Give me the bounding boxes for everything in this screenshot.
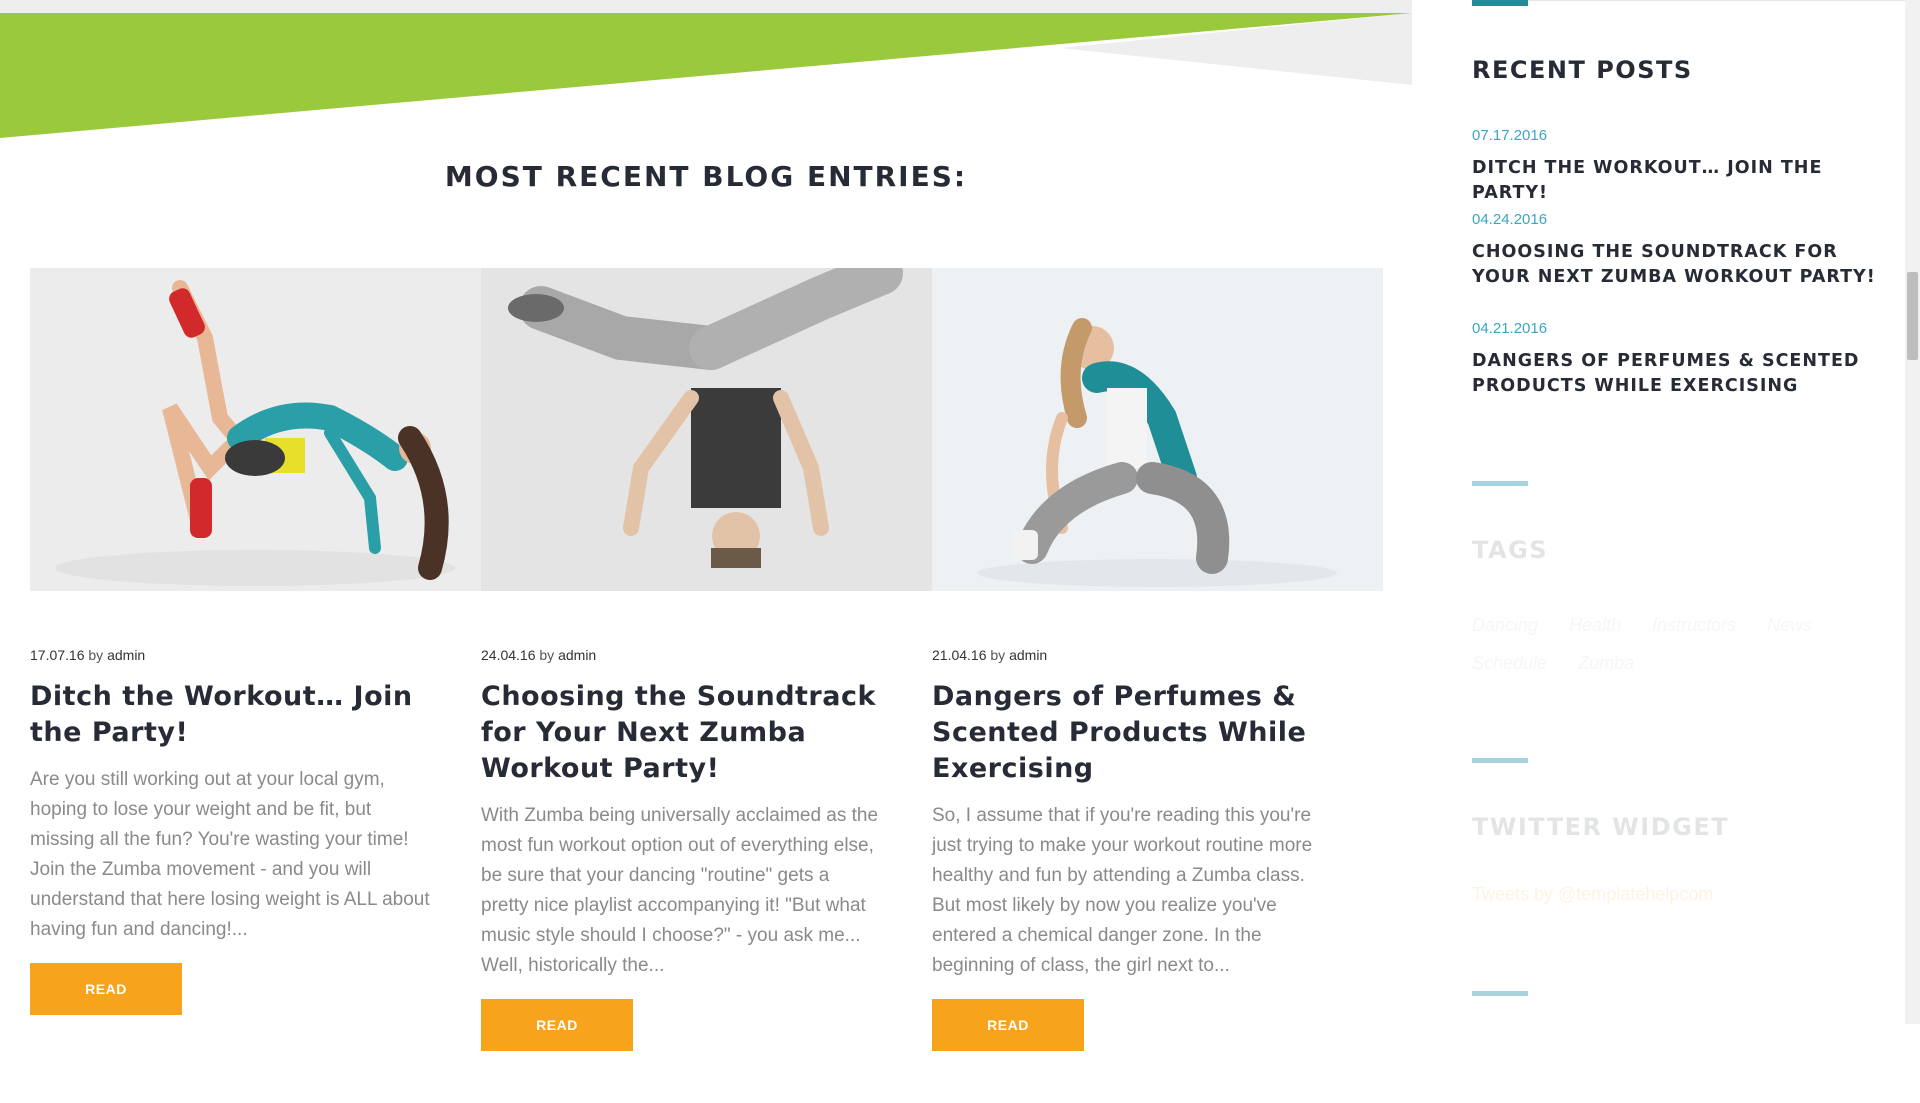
- widget-accent-bar: [1472, 481, 1528, 486]
- recent-post-item: 04.21.2016 DANGERS OF PERFUMES & SCENTED…: [1472, 320, 1892, 399]
- tag-link[interactable]: Health: [1569, 615, 1621, 635]
- read-more-button[interactable]: READ MORE: [30, 963, 182, 1049]
- post-date: 17.07.16: [30, 647, 85, 663]
- post-date: 21.04.16: [932, 647, 987, 663]
- post-by: by: [539, 647, 555, 663]
- tag-link[interactable]: Dancing: [1472, 615, 1538, 635]
- post-meta: 21.04.16 by admin: [932, 647, 1383, 663]
- post-excerpt: With Zumba being universally acclaimed a…: [481, 805, 879, 976]
- post-title[interactable]: Dangers of Perfumes & Scented Products W…: [932, 679, 1332, 787]
- widget-accent-bar: [1472, 991, 1528, 996]
- recent-post-title[interactable]: CHOOSING THE SOUNDTRACK FOR YOUR NEXT ZU…: [1472, 240, 1892, 290]
- blog-post-card: 21.04.16 by admin Dangers of Perfumes & …: [932, 268, 1383, 1087]
- post-image[interactable]: [481, 268, 932, 591]
- twitter-widget-title: TWITTER WIDGET: [1472, 813, 1730, 841]
- post-author[interactable]: admin: [558, 647, 596, 663]
- top-strip: [0, 0, 1412, 13]
- post-excerpt: Are you still working out at your local …: [30, 769, 430, 940]
- recent-post-date: 07.17.2016: [1472, 127, 1548, 144]
- recent-post-title[interactable]: DANGERS OF PERFUMES & SCENTED PRODUCTS W…: [1472, 349, 1892, 399]
- read-more-button[interactable]: READ MORE: [932, 999, 1084, 1085]
- post-by: by: [88, 647, 104, 663]
- recent-post-date: 04.21.2016: [1472, 320, 1548, 337]
- post-image[interactable]: [932, 268, 1383, 591]
- tag-link[interactable]: News: [1767, 615, 1812, 635]
- post-meta: 24.04.16 by admin: [481, 647, 932, 663]
- recent-posts-title: RECENT POSTS: [1472, 56, 1693, 84]
- post-meta: 17.07.16 by admin: [30, 647, 481, 663]
- tag-link[interactable]: Schedule: [1472, 653, 1547, 673]
- post-title[interactable]: Choosing the Soundtrack for Your Next Zu…: [481, 679, 881, 787]
- scrollbar-thumb[interactable]: [1907, 272, 1918, 360]
- post-author[interactable]: admin: [1009, 647, 1047, 663]
- recent-post-title[interactable]: DITCH THE WORKOUT… JOIN THE PARTY!: [1472, 156, 1892, 206]
- post-title[interactable]: Ditch the Workout… Join the Party!: [30, 679, 430, 751]
- post-author[interactable]: admin: [107, 647, 145, 663]
- tags-title: TAGS: [1472, 536, 1549, 564]
- section-title: MOST RECENT BLOG ENTRIES:: [444, 160, 968, 193]
- recent-post-item: 04.24.2016 CHOOSING THE SOUNDTRACK FOR Y…: [1472, 211, 1892, 290]
- recent-post-date: 04.24.2016: [1472, 211, 1548, 228]
- main-content: MOST RECENT BLOG ENTRIES: 17.07.16 by ad…: [0, 0, 1412, 1085]
- sidebar-divider: [1528, 0, 1920, 1]
- post-excerpt: So, I assume that if you're reading this…: [932, 805, 1313, 976]
- recent-post-item: 07.17.2016 DITCH THE WORKOUT… JOIN THE P…: [1472, 127, 1892, 206]
- post-date: 24.04.16: [481, 647, 536, 663]
- tag-link[interactable]: Instructors: [1652, 615, 1736, 635]
- widget-accent-bar: [1472, 758, 1528, 763]
- blog-post-card: 24.04.16 by admin Choosing the Soundtrac…: [481, 268, 932, 1087]
- post-image[interactable]: [30, 268, 481, 591]
- tag-link[interactable]: Zumba: [1578, 653, 1634, 673]
- widget-accent-bar: [1472, 0, 1528, 6]
- tweets-link[interactable]: Tweets by @templatehelpcom: [1472, 884, 1713, 905]
- read-more-button[interactable]: READ MORE: [481, 999, 633, 1085]
- post-by: by: [990, 647, 1006, 663]
- tag-cloud: Dancing Health Instructors News Schedule…: [1472, 606, 1892, 682]
- hero-diagonal-banner: [0, 13, 1412, 138]
- scrollbar-track[interactable]: [1905, 0, 1920, 1024]
- blog-post-card: 17.07.16 by admin Ditch the Workout… Joi…: [30, 268, 481, 1051]
